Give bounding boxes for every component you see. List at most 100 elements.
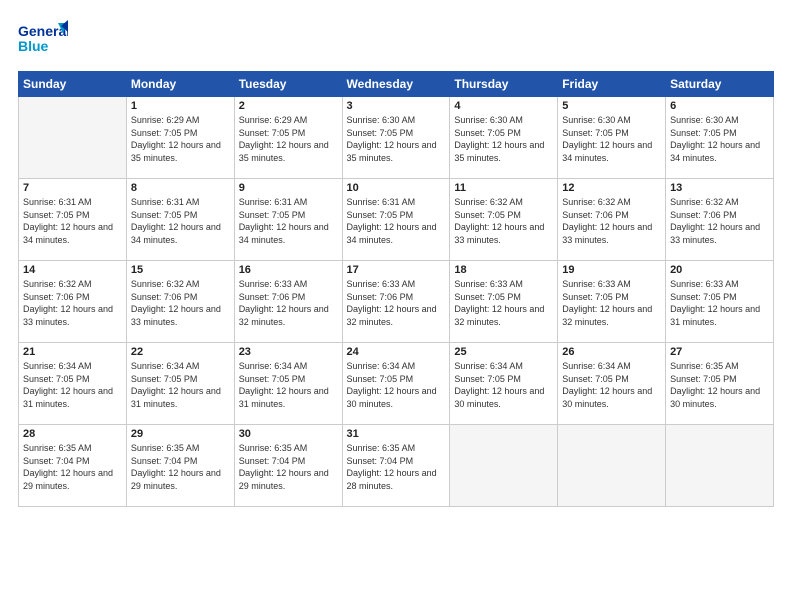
day-number: 29 <box>131 428 230 440</box>
calendar-cell <box>450 425 558 507</box>
day-header-thursday: Thursday <box>450 72 558 97</box>
week-row-4: 21 Sunrise: 6:34 AMSunset: 7:05 PMDayligh… <box>19 343 774 425</box>
day-number: 5 <box>562 100 661 112</box>
calendar-cell: 26Sunrise: 6:34 AMSunset: 7:05 PMDayligh… <box>558 343 666 425</box>
day-number: 3 <box>347 100 446 112</box>
day-number: 20 <box>670 264 769 276</box>
week-row-1: 1 Sunrise: 6:29 AMSunset: 7:05 PMDaylight… <box>19 97 774 179</box>
calendar-cell: 29 Sunrise: 6:35 AMSunset: 7:04 PMDayligh… <box>126 425 234 507</box>
day-number: 24 <box>347 346 446 358</box>
svg-text:Blue: Blue <box>18 38 49 54</box>
day-info: Sunrise: 6:30 AMSunset: 7:05 PMDaylight:… <box>562 114 661 164</box>
day-info: Sunrise: 6:30 AMSunset: 7:05 PMDaylight:… <box>670 114 769 164</box>
day-number: 13 <box>670 182 769 194</box>
calendar-cell: 30 Sunrise: 6:35 AMSunset: 7:04 PMDayligh… <box>234 425 342 507</box>
day-number: 22 <box>131 346 230 358</box>
day-info: Sunrise: 6:29 AMSunset: 7:05 PMDaylight:… <box>131 114 230 164</box>
day-number: 8 <box>131 182 230 194</box>
day-info: Sunrise: 6:33 AMSunset: 7:05 PMDaylight:… <box>562 278 661 328</box>
calendar-cell: 17 Sunrise: 6:33 AMSunset: 7:06 PMDayligh… <box>342 261 450 343</box>
day-info: Sunrise: 6:35 AMSunset: 7:04 PMDaylight:… <box>131 442 230 492</box>
calendar-cell: 10 Sunrise: 6:31 AMSunset: 7:05 PMDayligh… <box>342 179 450 261</box>
day-number: 19 <box>562 264 661 276</box>
day-info: Sunrise: 6:32 AMSunset: 7:06 PMDaylight:… <box>131 278 230 328</box>
calendar-cell <box>558 425 666 507</box>
day-header-friday: Friday <box>558 72 666 97</box>
day-info: Sunrise: 6:34 AMSunset: 7:05 PMDaylight:… <box>454 360 553 410</box>
calendar-cell: 8 Sunrise: 6:31 AMSunset: 7:05 PMDaylight… <box>126 179 234 261</box>
logo: General Blue <box>18 18 70 63</box>
day-info: Sunrise: 6:31 AMSunset: 7:05 PMDaylight:… <box>23 196 122 246</box>
calendar-cell: 23Sunrise: 6:34 AMSunset: 7:05 PMDayligh… <box>234 343 342 425</box>
day-info: Sunrise: 6:33 AMSunset: 7:05 PMDaylight:… <box>670 278 769 328</box>
calendar-cell: 27 Sunrise: 6:35 AMSunset: 7:05 PMDayligh… <box>666 343 774 425</box>
calendar-cell: 14 Sunrise: 6:32 AMSunset: 7:06 PMDayligh… <box>19 261 127 343</box>
calendar-cell: 16 Sunrise: 6:33 AMSunset: 7:06 PMDayligh… <box>234 261 342 343</box>
calendar-table: SundayMondayTuesdayWednesdayThursdayFrid… <box>18 71 774 507</box>
day-info: Sunrise: 6:33 AMSunset: 7:06 PMDaylight:… <box>239 278 338 328</box>
calendar-cell: 21 Sunrise: 6:34 AMSunset: 7:05 PMDayligh… <box>19 343 127 425</box>
day-header-wednesday: Wednesday <box>342 72 450 97</box>
day-number: 27 <box>670 346 769 358</box>
day-info: Sunrise: 6:33 AMSunset: 7:06 PMDaylight:… <box>347 278 446 328</box>
day-info: Sunrise: 6:31 AMSunset: 7:05 PMDaylight:… <box>131 196 230 246</box>
day-info: Sunrise: 6:31 AMSunset: 7:05 PMDaylight:… <box>347 196 446 246</box>
day-number: 16 <box>239 264 338 276</box>
calendar-cell: 24 Sunrise: 6:34 AMSunset: 7:05 PMDayligh… <box>342 343 450 425</box>
day-info: Sunrise: 6:32 AMSunset: 7:06 PMDaylight:… <box>23 278 122 328</box>
calendar-cell: 3 Sunrise: 6:30 AMSunset: 7:05 PMDaylight… <box>342 97 450 179</box>
day-header-saturday: Saturday <box>666 72 774 97</box>
day-info: Sunrise: 6:34 AMSunset: 7:05 PMDaylight:… <box>347 360 446 410</box>
calendar-cell: 13 Sunrise: 6:32 AMSunset: 7:06 PMDayligh… <box>666 179 774 261</box>
day-info: Sunrise: 6:34 AMSunset: 7:05 PMDaylight:… <box>131 360 230 410</box>
week-row-5: 28 Sunrise: 6:35 AMSunset: 7:04 PMDayligh… <box>19 425 774 507</box>
day-number: 7 <box>23 182 122 194</box>
day-header-monday: Monday <box>126 72 234 97</box>
day-info: Sunrise: 6:35 AMSunset: 7:04 PMDaylight:… <box>23 442 122 492</box>
calendar-cell: 1 Sunrise: 6:29 AMSunset: 7:05 PMDaylight… <box>126 97 234 179</box>
week-row-2: 7 Sunrise: 6:31 AMSunset: 7:05 PMDaylight… <box>19 179 774 261</box>
day-info: Sunrise: 6:32 AMSunset: 7:06 PMDaylight:… <box>670 196 769 246</box>
day-number: 26 <box>562 346 661 358</box>
page: General Blue SundayMondayTuesdayWednesda… <box>0 0 792 612</box>
calendar-cell: 5 Sunrise: 6:30 AMSunset: 7:05 PMDaylight… <box>558 97 666 179</box>
day-info: Sunrise: 6:35 AMSunset: 7:04 PMDaylight:… <box>239 442 338 492</box>
day-info: Sunrise: 6:31 AMSunset: 7:05 PMDaylight:… <box>239 196 338 246</box>
calendar-cell: 18Sunrise: 6:33 AMSunset: 7:05 PMDayligh… <box>450 261 558 343</box>
day-info: Sunrise: 6:34 AMSunset: 7:05 PMDaylight:… <box>23 360 122 410</box>
day-number: 1 <box>131 100 230 112</box>
day-info: Sunrise: 6:32 AMSunset: 7:06 PMDaylight:… <box>562 196 661 246</box>
calendar-cell: 6Sunrise: 6:30 AMSunset: 7:05 PMDaylight… <box>666 97 774 179</box>
calendar-cell: 31Sunrise: 6:35 AMSunset: 7:04 PMDayligh… <box>342 425 450 507</box>
calendar-cell: 15 Sunrise: 6:32 AMSunset: 7:06 PMDayligh… <box>126 261 234 343</box>
calendar-cell: 9 Sunrise: 6:31 AMSunset: 7:05 PMDaylight… <box>234 179 342 261</box>
day-info: Sunrise: 6:35 AMSunset: 7:04 PMDaylight:… <box>347 442 446 492</box>
day-number: 30 <box>239 428 338 440</box>
day-info: Sunrise: 6:35 AMSunset: 7:05 PMDaylight:… <box>670 360 769 410</box>
calendar-cell: 25 Sunrise: 6:34 AMSunset: 7:05 PMDayligh… <box>450 343 558 425</box>
day-number: 17 <box>347 264 446 276</box>
calendar-cell: 7 Sunrise: 6:31 AMSunset: 7:05 PMDaylight… <box>19 179 127 261</box>
day-info: Sunrise: 6:29 AMSunset: 7:05 PMDaylight:… <box>239 114 338 164</box>
day-number: 25 <box>454 346 553 358</box>
day-header-sunday: Sunday <box>19 72 127 97</box>
calendar-cell <box>666 425 774 507</box>
day-info: Sunrise: 6:30 AMSunset: 7:05 PMDaylight:… <box>347 114 446 164</box>
day-number: 9 <box>239 182 338 194</box>
day-number: 14 <box>23 264 122 276</box>
day-number: 11 <box>454 182 553 194</box>
calendar-cell: 19 Sunrise: 6:33 AMSunset: 7:05 PMDayligh… <box>558 261 666 343</box>
day-number: 10 <box>347 182 446 194</box>
day-number: 15 <box>131 264 230 276</box>
header: General Blue <box>18 18 774 63</box>
day-info: Sunrise: 6:33 AMSunset: 7:05 PMDaylight:… <box>454 278 553 328</box>
day-number: 2 <box>239 100 338 112</box>
calendar-cell: 12Sunrise: 6:32 AMSunset: 7:06 PMDayligh… <box>558 179 666 261</box>
calendar-cell: 20 Sunrise: 6:33 AMSunset: 7:05 PMDayligh… <box>666 261 774 343</box>
calendar-cell: 28 Sunrise: 6:35 AMSunset: 7:04 PMDayligh… <box>19 425 127 507</box>
calendar-cell <box>19 97 127 179</box>
day-number: 28 <box>23 428 122 440</box>
day-header-tuesday: Tuesday <box>234 72 342 97</box>
day-number: 21 <box>23 346 122 358</box>
day-number: 23 <box>239 346 338 358</box>
